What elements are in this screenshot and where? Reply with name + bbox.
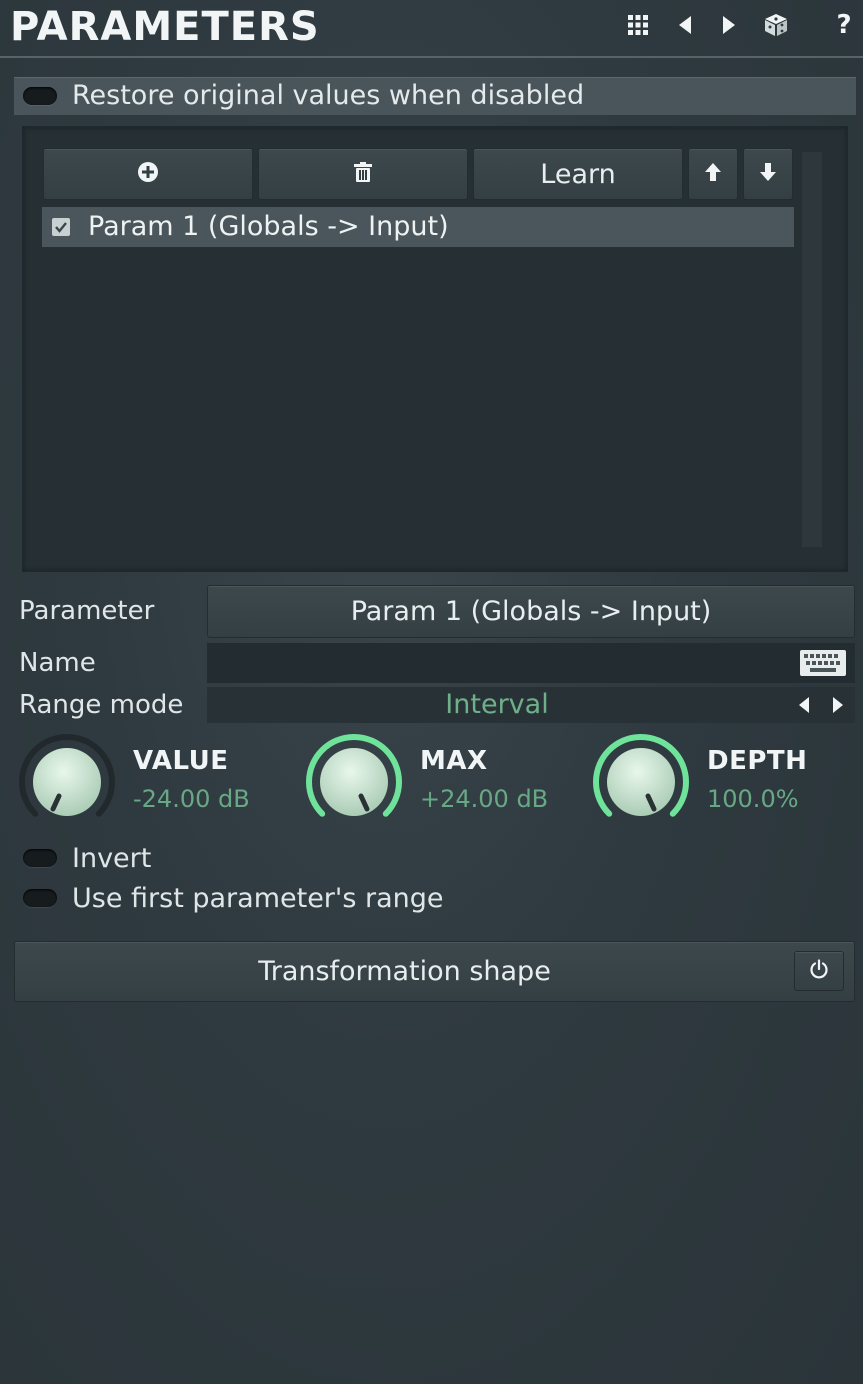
transformation-power-button[interactable] <box>794 951 844 991</box>
depth-knob-readout: 100.0% <box>707 785 799 813</box>
add-button[interactable] <box>43 148 253 200</box>
header-divider <box>0 56 863 58</box>
invert-label: Invert <box>72 843 152 874</box>
keyboard-icon[interactable] <box>800 650 846 680</box>
next-arrow-icon[interactable] <box>714 10 744 40</box>
plus-circle-icon <box>137 161 159 187</box>
move-down-button[interactable] <box>743 148 793 200</box>
value-knob[interactable] <box>15 730 119 838</box>
grid-icon[interactable] <box>623 10 653 40</box>
parameter-selector[interactable]: Param 1 (Globals -> Input) <box>207 585 855 638</box>
transformation-shape-button[interactable]: Transformation shape <box>14 941 855 1002</box>
list-scrollbar[interactable] <box>802 152 822 547</box>
transformation-shape-label: Transformation shape <box>258 956 551 987</box>
value-knob-readout: -24.00 dB <box>133 785 250 813</box>
name-field[interactable] <box>207 643 855 683</box>
previous-arrow-icon[interactable] <box>670 10 700 40</box>
trash-icon <box>353 161 373 187</box>
list-item-label: Param 1 (Globals -> Input) <box>88 211 449 242</box>
power-icon <box>809 959 829 983</box>
value-knob-title: VALUE <box>133 746 229 776</box>
range-mode-value: Interval <box>445 689 549 720</box>
range-prev-icon[interactable] <box>797 696 811 718</box>
help-icon[interactable]: ? <box>829 10 859 40</box>
invert-toggle[interactable] <box>23 849 57 867</box>
first-range-toggle[interactable] <box>23 889 57 907</box>
max-knob[interactable] <box>302 730 406 838</box>
max-knob-readout: +24.00 dB <box>420 785 549 813</box>
first-range-label: Use first parameter's range <box>72 883 444 914</box>
delete-button[interactable] <box>258 148 468 200</box>
checkbox-checked-icon[interactable] <box>52 218 70 236</box>
page-title: PARAMETERS <box>10 4 320 50</box>
move-up-button[interactable] <box>688 148 738 200</box>
depth-knob[interactable] <box>589 730 693 838</box>
name-label: Name <box>19 648 96 678</box>
parameter-label: Parameter <box>19 596 155 626</box>
range-mode-label: Range mode <box>19 690 184 720</box>
restore-label: Restore original values when disabled <box>72 80 585 111</box>
max-knob-title: MAX <box>420 746 488 776</box>
learn-button[interactable]: Learn <box>473 148 683 200</box>
range-next-icon[interactable] <box>831 696 845 718</box>
depth-knob-title: DEPTH <box>707 746 808 776</box>
arrow-up-icon <box>704 162 722 186</box>
restore-toggle[interactable] <box>23 87 57 105</box>
dice-icon[interactable] <box>761 10 791 40</box>
arrow-down-icon <box>759 162 777 186</box>
